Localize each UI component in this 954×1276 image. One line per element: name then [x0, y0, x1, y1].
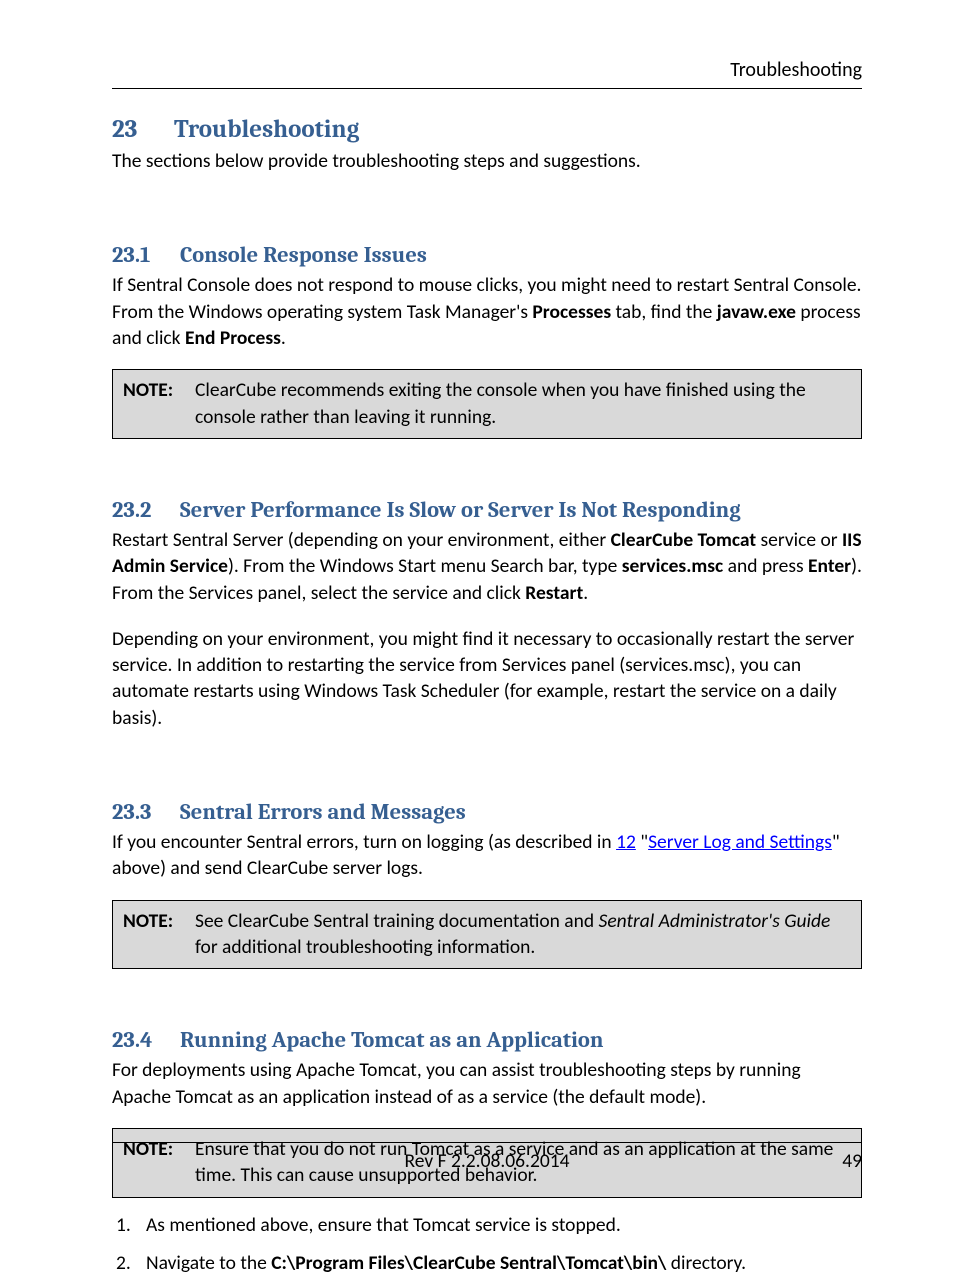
note-label: NOTE:	[123, 908, 195, 961]
intro-paragraph: The sections below provide troubleshooti…	[112, 148, 862, 174]
step-2: 2.Navigate to the C:\Program Files\Clear…	[116, 1250, 862, 1276]
section-23-2-paragraph-2: Depending on your environment, you might…	[112, 626, 862, 731]
note-label: NOTE:	[123, 377, 195, 430]
heading-number: 23.3	[112, 799, 180, 825]
footer-rule	[112, 1142, 862, 1143]
step-number: 2.	[116, 1250, 146, 1276]
link-server-log-settings[interactable]: Server Log and Settings	[648, 830, 832, 854]
section-23-1-paragraph: If Sentral Console does not respond to m…	[112, 272, 862, 351]
heading-23-4: 23.4Running Apache Tomcat as an Applicat…	[112, 1027, 862, 1053]
step-1: 1.As mentioned above, ensure that Tomcat…	[116, 1212, 862, 1238]
heading-number: 23.2	[112, 497, 180, 523]
heading-23-2: 23.2Server Performance Is Slow or Server…	[112, 497, 862, 523]
note-box-23-3: NOTE: See ClearCube Sentral training doc…	[112, 900, 862, 970]
header-section-label: Troubleshooting	[112, 58, 862, 82]
heading-23-3: 23.3Sentral Errors and Messages	[112, 799, 862, 825]
heading-number: 23.1	[112, 242, 180, 268]
heading-title: Sentral Errors and Messages	[180, 799, 466, 825]
footer-revision: Rev F 2.2.08.06.2014	[112, 1149, 862, 1173]
note-box-23-1: NOTE: ClearCube recommends exiting the c…	[112, 369, 862, 439]
steps-list: 1.As mentioned above, ensure that Tomcat…	[112, 1212, 862, 1276]
heading-23-1: 23.1Console Response Issues	[112, 242, 862, 268]
page-footer: Rev F 2.2.08.06.2014 49	[112, 1142, 862, 1173]
heading-title: Running Apache Tomcat as an Application	[180, 1027, 603, 1053]
heading-title: Server Performance Is Slow or Server Is …	[180, 497, 741, 523]
heading-title: Console Response Issues	[180, 242, 427, 268]
section-23-3-paragraph: If you encounter Sentral errors, turn on…	[112, 829, 862, 882]
step-number: 1.	[116, 1212, 146, 1238]
heading-1: 23Troubleshooting	[112, 115, 862, 144]
link-section-12[interactable]: 12	[616, 830, 636, 854]
section-23-4-paragraph: For deployments using Apache Tomcat, you…	[112, 1057, 862, 1110]
header-rule	[112, 88, 862, 89]
note-text: ClearCube recommends exiting the console…	[195, 377, 851, 430]
note-text: See ClearCube Sentral training documenta…	[195, 908, 851, 961]
heading-1-number: 23	[112, 115, 174, 144]
section-23-2-paragraph-1: Restart Sentral Server (depending on you…	[112, 527, 862, 606]
heading-1-title: Troubleshooting	[174, 115, 359, 144]
heading-number: 23.4	[112, 1027, 180, 1053]
